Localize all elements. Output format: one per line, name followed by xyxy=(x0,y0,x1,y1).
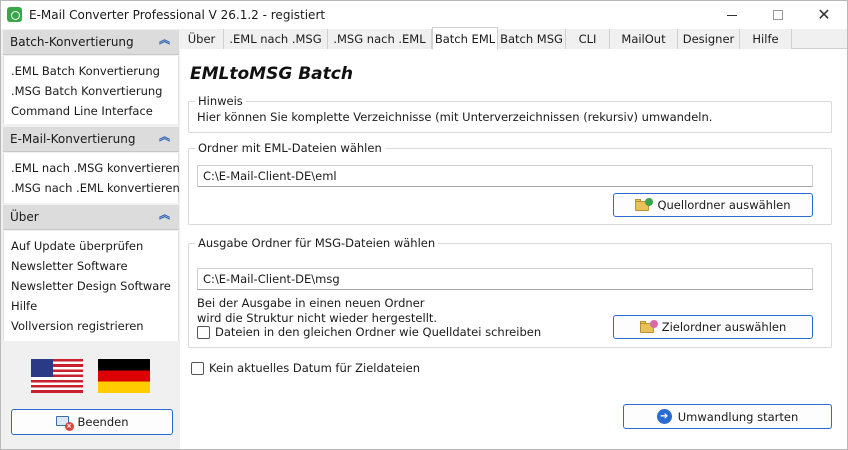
tab-eml-to-msg[interactable]: .EML nach .MSG xyxy=(224,29,328,49)
start-conversion-label: Umwandlung starten xyxy=(677,409,799,424)
start-conversion-button[interactable]: ➜ Umwandlung starten xyxy=(623,404,832,429)
folder-green-icon xyxy=(635,198,654,212)
sidebar-item-help[interactable]: Hilfe xyxy=(11,299,37,313)
tab-msg-to-eml[interactable]: .MSG nach .EML xyxy=(328,29,432,49)
collapse-chevron-icon[interactable]: ︽ xyxy=(159,34,170,45)
hint-legend: Hinweis xyxy=(195,94,246,108)
tab-cli[interactable]: CLI xyxy=(566,29,610,49)
hint-group: Hinweis Hier können Sie komplette Verzei… xyxy=(188,94,832,133)
sidebar-item-register[interactable]: Vollversion registrieren xyxy=(11,319,144,333)
close-icon: ✕ xyxy=(817,5,831,24)
sidebar-item-msg-batch[interactable]: .MSG Batch Konvertierung xyxy=(11,84,162,98)
tab-batch-eml[interactable]: Batch EML xyxy=(432,27,498,50)
no-date-label: Kein aktuelles Datum für Zieldateien xyxy=(209,361,420,375)
minimize-icon xyxy=(727,14,737,16)
tab-ueber[interactable]: Über xyxy=(180,29,224,49)
collapse-chevron-icon[interactable]: ︽ xyxy=(159,209,170,220)
close-button[interactable]: ✕ xyxy=(801,1,847,29)
output-path-input[interactable] xyxy=(197,268,813,290)
output-folder-group: Ausgabe Ordner für MSG-Dateien wählen Be… xyxy=(188,236,832,348)
sidebar-group-title: Über xyxy=(10,210,39,224)
page-title: EMLtoMSG Batch xyxy=(190,64,353,84)
sidebar-group-batch-header[interactable]: Batch-Konvertierung ︽ xyxy=(3,30,179,55)
sidebar-group-title: E-Mail-Konvertierung xyxy=(10,132,136,146)
sidebar-item-eml-to-msg[interactable]: .EML nach .MSG konvertieren xyxy=(11,161,180,175)
window-title: E-Mail Converter Professional V 26.1.2 -… xyxy=(29,8,326,22)
app-icon xyxy=(7,7,22,22)
no-date-checkbox[interactable]: Kein aktuelles Datum für Zieldateien xyxy=(191,361,420,375)
folder-pink-icon xyxy=(639,320,658,334)
sidebar-group-email-header[interactable]: E-Mail-Konvertierung ︽ xyxy=(3,127,179,152)
us-flag-icon[interactable] xyxy=(31,359,83,393)
select-target-button[interactable]: Zielordner auswählen xyxy=(613,315,813,339)
de-flag-icon[interactable] xyxy=(98,359,150,393)
sidebar-item-update[interactable]: Auf Update überprüfen xyxy=(11,239,143,253)
app-window: E-Mail Converter Professional V 26.1.2 -… xyxy=(0,0,848,450)
main-area: Über .EML nach .MSG .MSG nach .EML Batch… xyxy=(180,27,847,449)
title-bar: E-Mail Converter Professional V 26.1.2 -… xyxy=(1,1,847,29)
tab-designer[interactable]: Designer xyxy=(678,29,740,49)
arrow-right-icon: ➜ xyxy=(656,409,672,424)
source-folder-legend: Ordner mit EML-Dateien wählen xyxy=(195,141,385,155)
sidebar-item-cli[interactable]: Command Line Interface xyxy=(11,104,153,118)
collapse-chevron-icon[interactable]: ︽ xyxy=(159,131,170,142)
sidebar-item-newsletter[interactable]: Newsletter Software xyxy=(11,259,128,273)
maximize-button[interactable] xyxy=(755,1,801,29)
output-note-line1: Bei der Ausgabe in einen neuen Ordner xyxy=(197,296,425,310)
output-note-line2: wird die Struktur nicht wieder hergestel… xyxy=(197,311,438,325)
select-source-label: Quellordner auswählen xyxy=(657,198,791,212)
select-target-label: Zielordner auswählen xyxy=(661,320,787,334)
source-path-input[interactable] xyxy=(197,165,813,187)
sidebar-group-about-body: Auf Update überprüfen Newsletter Softwar… xyxy=(3,231,179,341)
sidebar-group-batch-body: .EML Batch Konvertierung .MSG Batch Konv… xyxy=(3,56,179,124)
checkbox-box[interactable] xyxy=(191,361,204,375)
exit-button-label: Beenden xyxy=(77,415,129,429)
sidebar: Batch-Konvertierung ︽ .EML Batch Konvert… xyxy=(3,29,180,449)
minimize-button[interactable] xyxy=(709,1,755,29)
sidebar-group-email-body: .EML nach .MSG konvertieren .MSG nach .E… xyxy=(3,153,180,203)
output-folder-legend: Ausgabe Ordner für MSG-Dateien wählen xyxy=(195,236,439,250)
sidebar-group-about-header[interactable]: Über ︽ xyxy=(3,205,179,230)
tab-bar: Über .EML nach .MSG .MSG nach .EML Batch… xyxy=(180,27,847,50)
exit-button[interactable]: × Beenden xyxy=(11,409,173,435)
source-folder-group: Ordner mit EML-Dateien wählen Quellordne… xyxy=(188,141,832,225)
select-source-button[interactable]: Quellordner auswählen xyxy=(613,193,813,217)
sidebar-item-msg-to-eml[interactable]: .MSG nach .EML konvertieren xyxy=(11,181,180,195)
checkbox-box[interactable] xyxy=(197,325,210,339)
sidebar-item-eml-batch[interactable]: .EML Batch Konvertierung xyxy=(11,64,160,78)
tab-batch-msg[interactable]: Batch MSG xyxy=(498,29,566,49)
sidebar-group-title: Batch-Konvertierung xyxy=(10,35,134,49)
batch-eml-panel: EMLtoMSG Batch Hinweis Hier können Sie k… xyxy=(180,50,847,449)
same-folder-label: Dateien in den gleichen Ordner wie Quell… xyxy=(215,325,542,339)
exit-icon: × xyxy=(55,415,74,431)
sidebar-item-newsletter-design[interactable]: Newsletter Design Software xyxy=(11,279,171,293)
hint-text: Hier können Sie komplette Verzeichnisse … xyxy=(197,110,713,124)
tab-mailout[interactable]: MailOut xyxy=(610,29,678,49)
tab-hilfe[interactable]: Hilfe xyxy=(740,29,792,49)
maximize-icon xyxy=(773,10,783,20)
same-folder-checkbox[interactable]: Dateien in den gleichen Ordner wie Quell… xyxy=(197,325,541,339)
